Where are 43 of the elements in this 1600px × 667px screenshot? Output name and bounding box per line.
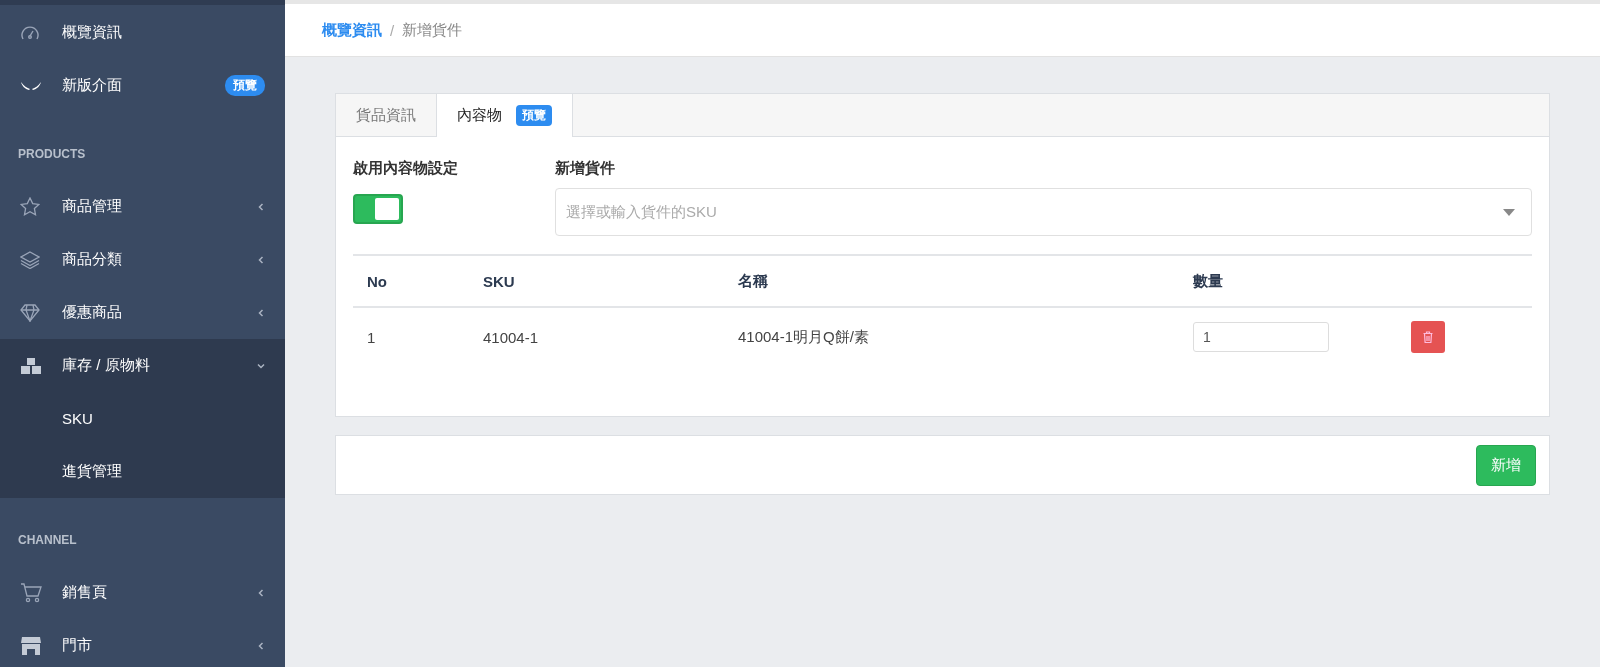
boxes-icon [20, 356, 42, 375]
column-header: SKU [483, 272, 516, 290]
cart-icon [20, 582, 42, 603]
diamond-icon [20, 303, 40, 322]
store-icon [20, 635, 42, 656]
sidebar-item[interactable]: 銷售頁 [0, 566, 285, 619]
sidebar-item[interactable]: 新版介面 預覽 [0, 59, 285, 112]
sidebar-item[interactable]: 門市 [0, 619, 285, 667]
quantity-input[interactable]: 1 [1193, 322, 1329, 352]
caret-icon [1503, 208, 1515, 216]
preview-badge: 預覽 [225, 75, 265, 96]
column-header: 數量 [1193, 271, 1224, 291]
sidebar-item[interactable]: 概覽資訊 [0, 6, 285, 59]
chevron-left-icon [257, 255, 265, 264]
sidebar-item[interactable]: 商品管理 [0, 180, 285, 233]
table-cell-text: 1 [366, 328, 377, 346]
table-cell-text: 41004-1 [483, 328, 540, 346]
trash-icon [1423, 331, 1433, 343]
tab[interactable]: 內容物 預覽 [437, 94, 573, 137]
submenu-item[interactable]: 進貨管理 [0, 445, 285, 498]
section-header: CHANNEL [17, 532, 78, 549]
breadcrumb-item: 新增貨件 [402, 20, 463, 40]
delete-button[interactable] [1411, 321, 1445, 353]
chevron-left-icon [257, 202, 265, 211]
gauge-icon [20, 24, 40, 41]
star-icon [20, 197, 40, 216]
chevron-left-icon [257, 641, 265, 650]
chevron-left-icon [257, 588, 265, 597]
toggle-label: 啟用內容物設定 [353, 159, 459, 178]
sidebar-item[interactable]: 商品分類 [0, 233, 285, 286]
select-label: 新增貨件 [555, 159, 616, 178]
chevron-left-icon [257, 308, 265, 317]
breadcrumb-separator: / [390, 21, 395, 39]
sidebar-item[interactable]: 優惠商品 [0, 286, 285, 339]
chevron-down-icon [257, 361, 265, 370]
column-header: 名稱 [738, 271, 769, 291]
submenu-item[interactable]: SKU [0, 392, 285, 445]
column-header: No [366, 272, 388, 290]
layers-icon [20, 250, 40, 269]
toggle-switch[interactable] [353, 194, 403, 224]
section-header: PRODUCTS [17, 146, 87, 163]
sidebar-item[interactable]: 庫存 / 原物料 [0, 339, 285, 392]
table-cell-text: 41004-1明月Q餅/素 [738, 327, 870, 347]
